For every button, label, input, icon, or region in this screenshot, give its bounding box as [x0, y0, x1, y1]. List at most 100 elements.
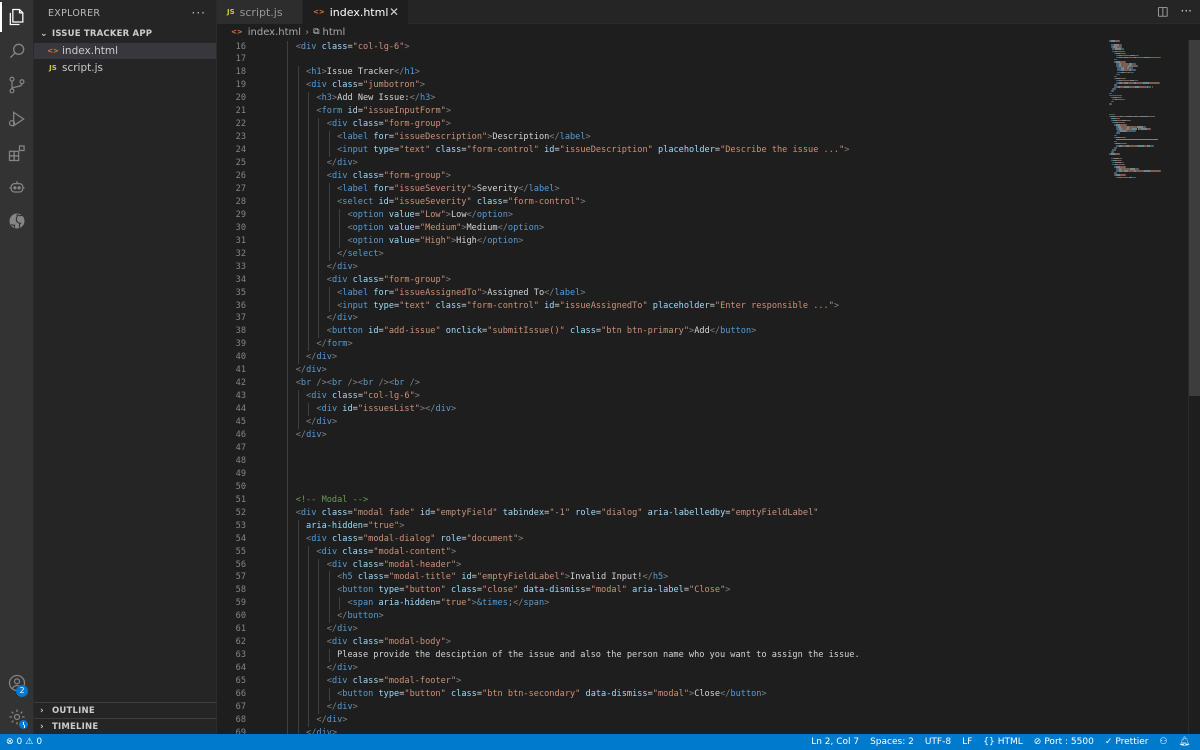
code-line[interactable]: 34 <div class="form-group">: [217, 274, 1107, 287]
code-line[interactable]: 39 </form>: [217, 338, 1107, 351]
breadcrumb-file[interactable]: index.html: [248, 27, 301, 38]
vertical-scrollbar[interactable]: [1188, 40, 1200, 734]
code-token: >: [352, 313, 358, 324]
code-line[interactable]: 54 <div class="modal-dialog" role="docum…: [217, 533, 1107, 546]
minimap[interactable]: [1106, 40, 1186, 180]
code-line[interactable]: 35 <label for="issueAssignedTo">Assigned…: [217, 287, 1107, 300]
code-line[interactable]: 63 Please provide the desciption of the …: [217, 649, 1107, 662]
code-line[interactable]: 68 </div>: [217, 714, 1107, 727]
code-line[interactable]: 61 </div>: [217, 623, 1107, 636]
tab-index-html[interactable]: <> index.html ✕: [303, 0, 409, 24]
code-line[interactable]: 24 <input type="text" class="form-contro…: [217, 144, 1107, 157]
code-line[interactable]: 65 <div class="modal-footer">: [217, 675, 1107, 688]
code-line[interactable]: 62 <div class="modal-body">: [217, 636, 1107, 649]
line-number: 65: [235, 676, 246, 687]
code-line[interactable]: 42 <br /><br /><br /><br />: [217, 377, 1107, 390]
code-line[interactable]: 47: [217, 442, 1107, 455]
code-line[interactable]: 52 <div class="modal fade" id="emptyFiel…: [217, 507, 1107, 520]
code-line[interactable]: 67 </div>: [217, 701, 1107, 714]
code-line[interactable]: 27 <label for="issueSeverity">Severity</…: [217, 183, 1107, 196]
account-icon[interactable]: 2: [0, 666, 34, 700]
run-debug-icon[interactable]: [0, 102, 34, 136]
file-index-html[interactable]: <> index.html: [34, 43, 216, 59]
github-icon[interactable]: [0, 204, 34, 238]
code-line[interactable]: 28 <select id="issueSeverity" class="for…: [217, 196, 1107, 209]
code-token: Description: [492, 132, 550, 143]
notifications-bell-icon[interactable]: 🔔︎: [1179, 737, 1190, 747]
split-editor-icon[interactable]: ◫: [1157, 4, 1168, 18]
code-token: class: [445, 585, 477, 596]
code-line[interactable]: 30 <option value="Medium">Medium</option…: [217, 222, 1107, 235]
code-line[interactable]: 26 <div class="form-group">: [217, 170, 1107, 183]
code-line[interactable]: 16 <div class="col-lg-6">: [217, 41, 1107, 54]
indentation[interactable]: Spaces: 2: [870, 737, 914, 747]
source-control-icon[interactable]: [0, 68, 34, 102]
encoding[interactable]: UTF-8: [925, 737, 951, 747]
code-line[interactable]: 44 <div id="issuesList"></div>: [217, 403, 1107, 416]
code-line[interactable]: 18 <h1>Issue Tracker</h1>: [217, 66, 1107, 79]
code-line[interactable]: 48: [217, 455, 1107, 468]
code-line[interactable]: 53 aria-hidden="true">: [217, 520, 1107, 533]
file-script-js[interactable]: JS script.js: [34, 60, 216, 76]
code-line[interactable]: 60 </button>: [217, 610, 1107, 623]
line-number: 22: [235, 119, 246, 130]
problems-indicator[interactable]: ⊗ 0 ⚠ 0: [6, 737, 42, 747]
code-line[interactable]: 58 <button type="button" class="close" d…: [217, 584, 1107, 597]
code-editor[interactable]: 16 <div class="col-lg-6"> 17 18 <h1>Issue …: [217, 40, 1200, 734]
code-line[interactable]: 20 <h3>Add New Issue:</h3>: [217, 92, 1107, 105]
more-actions-icon[interactable]: ···: [1181, 4, 1192, 18]
code-line[interactable]: 57 <h5 class="modal-title" id="emptyFiel…: [217, 571, 1107, 584]
code-line[interactable]: 51 <!-- Modal -->: [217, 494, 1107, 507]
more-actions-icon[interactable]: ···: [192, 6, 206, 20]
code-line[interactable]: 46 </div>: [217, 429, 1107, 442]
code-line[interactable]: 41 </div>: [217, 364, 1107, 377]
end-of-line[interactable]: LF: [962, 737, 972, 747]
code-line[interactable]: 31 <option value="High">High</option>: [217, 235, 1107, 248]
prettier-status[interactable]: ✓ Prettier: [1105, 737, 1149, 747]
code-line[interactable]: 38 <button id="add-issue" onclick="submi…: [217, 325, 1107, 338]
explorer-icon[interactable]: [0, 0, 34, 34]
language-mode[interactable]: {} HTML: [983, 737, 1023, 747]
code-line[interactable]: 69 </div>: [217, 727, 1107, 734]
code-line[interactable]: 40 </div>: [217, 351, 1107, 364]
code-line[interactable]: 45 </div>: [217, 416, 1107, 429]
code-line[interactable]: 19 <div class="jumbotron">: [217, 79, 1107, 92]
close-icon[interactable]: ✕: [389, 5, 399, 19]
code-line[interactable]: 64 </div>: [217, 662, 1107, 675]
code-line[interactable]: 36 <input type="text" class="form-contro…: [217, 300, 1107, 313]
extensions-icon[interactable]: [0, 136, 34, 170]
code-line[interactable]: 22 <div class="form-group">: [217, 118, 1107, 131]
project-folder-header[interactable]: ⌄ ISSUE TRACKER APP: [34, 26, 216, 42]
line-number: 47: [235, 442, 246, 453]
code-line[interactable]: 17: [217, 53, 1107, 66]
code-line[interactable]: 37 </div>: [217, 312, 1107, 325]
code-line[interactable]: 59 <span aria-hidden="true">&times;</spa…: [217, 597, 1107, 610]
cursor-position[interactable]: Ln 2, Col 7: [811, 737, 859, 747]
code-line[interactable]: 49: [217, 468, 1107, 481]
code-line[interactable]: 66 <button type="button" class="btn btn-…: [217, 688, 1107, 701]
live-server-port[interactable]: ⊘ Port : 5500: [1034, 737, 1094, 747]
scrollbar-thumb[interactable]: [1189, 40, 1200, 396]
code-line[interactable]: 21 <form id="issueInputForm">: [217, 105, 1107, 118]
code-line[interactable]: 25 </div>: [217, 157, 1107, 170]
outline-section-header[interactable]: › OUTLINE: [34, 702, 217, 718]
code-token: "btn btn-primary": [601, 326, 690, 337]
feedback-icon[interactable]: ⚇: [1159, 737, 1167, 747]
code-line[interactable]: 56 <div class="modal-header">: [217, 559, 1107, 572]
code-token: </: [326, 313, 338, 324]
code-token: id: [456, 572, 472, 583]
code-line[interactable]: 55 <div class="modal-content">: [217, 546, 1107, 559]
remote-explorer-icon[interactable]: [0, 170, 34, 204]
code-line[interactable]: 50: [217, 481, 1107, 494]
code-line[interactable]: 32 </select>: [217, 248, 1107, 261]
code-line[interactable]: 23 <label for="issueDescription">Descrip…: [217, 131, 1107, 144]
code-line[interactable]: 33 </div>: [217, 261, 1107, 274]
tab-script-js[interactable]: JS script.js: [217, 0, 303, 24]
settings-gear-icon[interactable]: [0, 700, 34, 734]
search-icon[interactable]: [0, 34, 34, 68]
code-line[interactable]: 43 <div class="col-lg-6">: [217, 390, 1107, 403]
code-line[interactable]: 29 <option value="Low">Low</option>: [217, 209, 1107, 222]
timeline-section-header[interactable]: › TIMELINE: [34, 718, 217, 734]
breadcrumb-node[interactable]: html: [323, 27, 346, 38]
